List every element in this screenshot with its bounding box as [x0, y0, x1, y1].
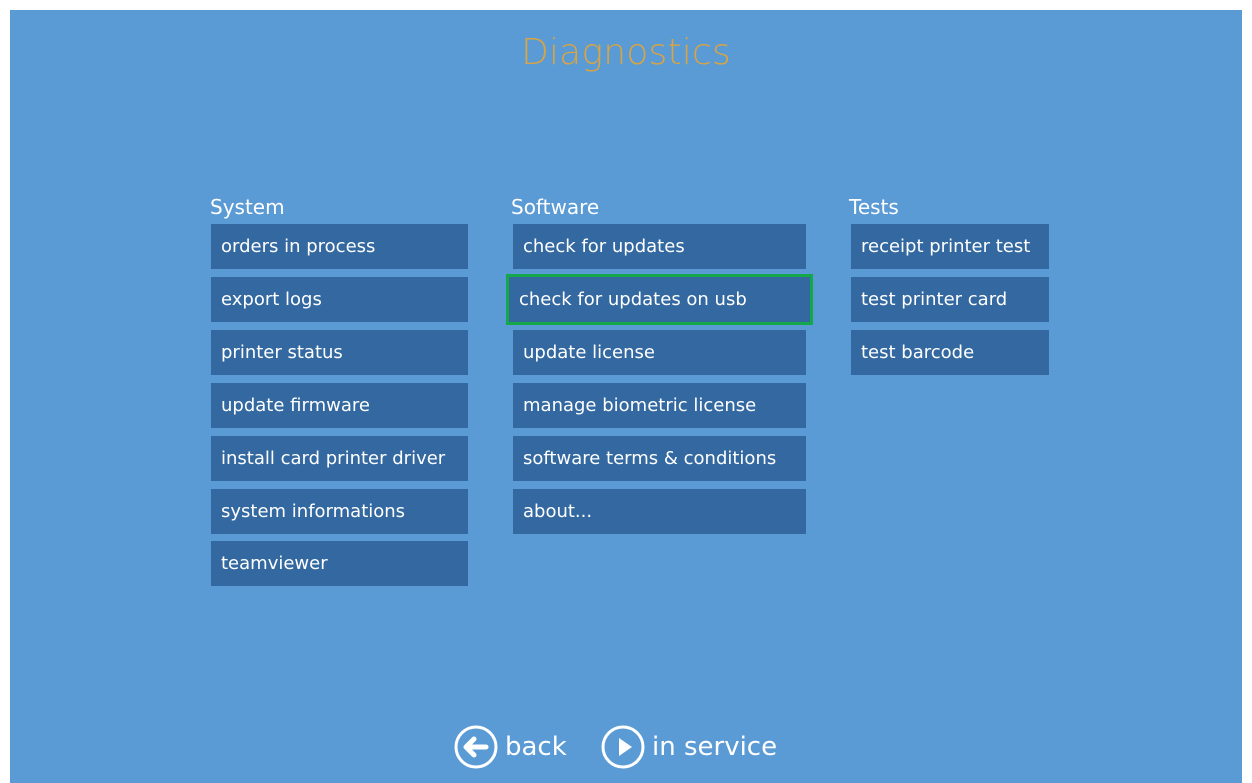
play-icon [600, 724, 646, 770]
teamviewer-button[interactable]: teamviewer [211, 541, 468, 586]
in-service-label: in service [652, 732, 778, 762]
check-for-updates-on-usb-button[interactable]: check for updates on usb [506, 274, 813, 325]
software-terms-and-conditions-button[interactable]: software terms & conditions [513, 436, 806, 481]
tests-column-title: Tests [849, 195, 899, 219]
manage-biometric-license-button[interactable]: manage biometric license [513, 383, 806, 428]
in-service-button[interactable]: in service [600, 722, 777, 772]
printer-status-button[interactable]: printer status [211, 330, 468, 375]
software-column-title: Software [511, 195, 600, 219]
system-informations-button[interactable]: system informations [211, 489, 468, 534]
diagnostics-screen: Diagnostics System orders in process exp… [10, 10, 1242, 783]
receipt-printer-test-button[interactable]: receipt printer test [851, 224, 1049, 269]
about-button[interactable]: about... [513, 489, 806, 534]
export-logs-button[interactable]: export logs [211, 277, 468, 322]
page-title: Diagnostics [521, 32, 731, 73]
back-arrow-icon [453, 724, 499, 770]
orders-in-process-button[interactable]: orders in process [211, 224, 468, 269]
back-label: back [505, 732, 567, 762]
footer-nav: back in service [10, 722, 1242, 772]
back-button[interactable]: back [453, 722, 567, 772]
test-barcode-button[interactable]: test barcode [851, 330, 1049, 375]
test-printer-card-button[interactable]: test printer card [851, 277, 1049, 322]
update-license-button[interactable]: update license [513, 330, 806, 375]
install-card-printer-driver-button[interactable]: install card printer driver [211, 436, 468, 481]
update-firmware-button[interactable]: update firmware [211, 383, 468, 428]
check-for-updates-button[interactable]: check for updates [513, 224, 806, 269]
system-column-title: System [210, 195, 285, 219]
